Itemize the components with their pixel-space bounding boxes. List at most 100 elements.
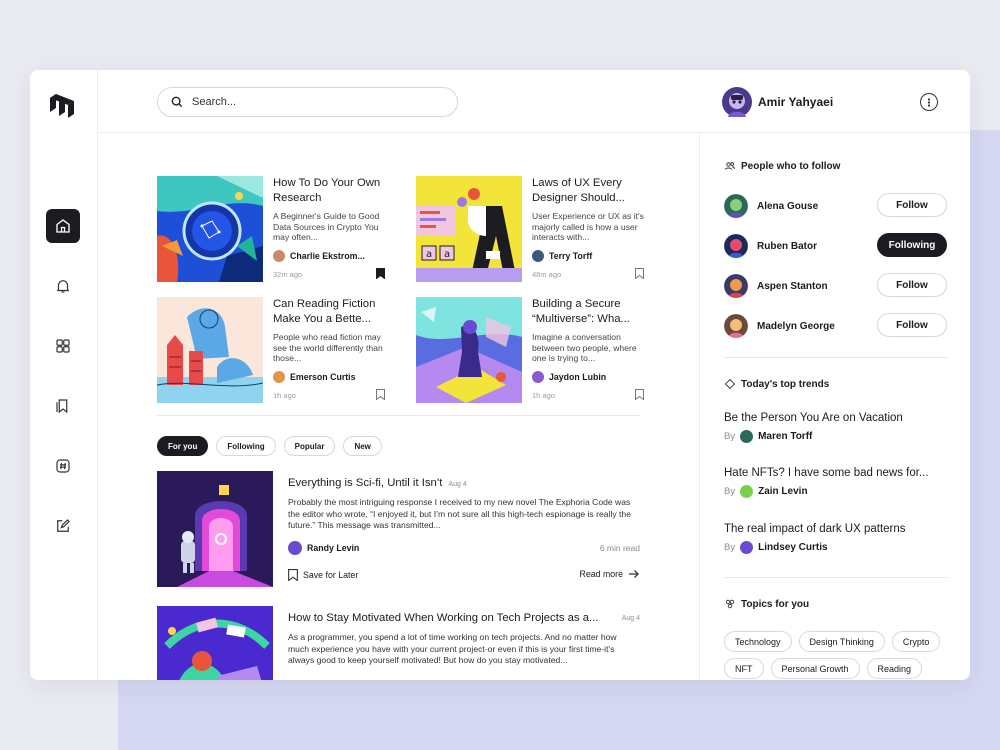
app-window: Amir Yahyaei	[30, 70, 970, 680]
nav-home[interactable]	[46, 209, 80, 243]
featured-description: People who read fiction may see the worl…	[273, 332, 383, 363]
nav-bookmarks[interactable]	[46, 389, 80, 423]
topic-chip[interactable]: Technology	[724, 631, 792, 652]
article-thumbnail[interactable]	[157, 606, 273, 680]
nav-tags[interactable]	[46, 449, 80, 483]
article-author[interactable]: Randy Levin	[288, 541, 359, 555]
author-avatar	[740, 485, 754, 498]
bookmark-icon[interactable]	[635, 389, 644, 400]
ux-laws-illustration: a a	[416, 176, 522, 282]
bookmark-icon[interactable]	[635, 268, 644, 279]
featured-author[interactable]: Charlie Ekstrom...	[273, 250, 365, 262]
following-button[interactable]: Following	[877, 233, 947, 257]
person-avatar[interactable]	[724, 274, 748, 298]
featured-title[interactable]: Laws of UX Every Designer Should...	[532, 176, 650, 206]
person-avatar[interactable]	[724, 194, 748, 218]
trend-title[interactable]: Be the Person You Are on Vacation	[724, 412, 947, 424]
bookmarks-icon	[56, 399, 68, 414]
person-name[interactable]: Madelyn George	[757, 321, 835, 332]
user-profile[interactable]: Amir Yahyaei	[722, 87, 833, 117]
featured-card[interactable]: a a Laws of UX Every Designer Should... …	[416, 176, 646, 283]
featured-thumbnail[interactable]	[157, 176, 263, 282]
featured-thumbnail[interactable]	[416, 297, 522, 403]
filter-new[interactable]: New	[343, 436, 382, 456]
more-options-button[interactable]	[920, 93, 938, 111]
featured-time: 32m ago	[273, 270, 303, 279]
author-name[interactable]: Zain Levin	[758, 486, 807, 497]
hashtag-icon	[56, 459, 70, 473]
featured-description: User Experience or UX as it's majorly ca…	[532, 211, 644, 242]
edit-icon	[57, 519, 70, 532]
person-row: Ruben Bator Following	[724, 233, 947, 259]
trend-title[interactable]: The real impact of dark UX patterns	[724, 523, 947, 535]
author-avatar	[273, 371, 285, 383]
filter-following[interactable]: Following	[216, 436, 276, 456]
by-label: By	[724, 486, 736, 497]
topic-chip[interactable]: NFT	[724, 658, 764, 679]
featured-card[interactable]: How To Do Your Own Research A Beginner's…	[157, 176, 387, 283]
person-name[interactable]: Alena Gouse	[757, 201, 818, 212]
follow-button[interactable]: Follow	[877, 273, 947, 297]
trend-title[interactable]: Hate NFTs? I have some bad news for...	[724, 467, 947, 479]
topics-section-title: Topics for you	[724, 598, 809, 610]
featured-thumbnail[interactable]	[157, 297, 263, 403]
featured-author[interactable]: Terry Torff	[532, 250, 592, 262]
topic-chip[interactable]: Design Thinking	[798, 631, 885, 652]
svg-text:a: a	[426, 249, 432, 260]
person-row: Alena Gouse Follow	[724, 193, 947, 219]
user-avatar[interactable]	[722, 87, 752, 117]
topics-icon	[725, 599, 735, 609]
person-name[interactable]: Ruben Bator	[757, 241, 817, 252]
section-divider	[724, 577, 947, 578]
author-name[interactable]: Maren Torff	[758, 431, 812, 442]
sidebar	[30, 70, 98, 680]
article-item: Everything is Sci-fi, Until it Isn’t Aug …	[157, 471, 640, 587]
filter-for-you[interactable]: For you	[157, 436, 209, 456]
bookmark-filled-icon[interactable]	[376, 268, 385, 279]
follow-button[interactable]: Follow	[877, 313, 947, 337]
author-avatar	[288, 541, 302, 555]
article-description: Probably the most intriguing response I …	[288, 497, 631, 530]
nav-categories[interactable]	[46, 329, 80, 363]
trend-item[interactable]: Be the Person You Are on Vacation By Mar…	[724, 412, 947, 443]
article-title[interactable]: How to Stay Motivated When Working on Te…	[288, 612, 598, 624]
person-avatar[interactable]	[724, 234, 748, 258]
author-name[interactable]: Lindsey Curtis	[758, 542, 827, 553]
trend-item[interactable]: Hate NFTs? I have some bad news for... B…	[724, 467, 947, 498]
research-illustration	[157, 176, 263, 282]
read-more-link[interactable]: Read more	[579, 569, 640, 579]
featured-author[interactable]: Jaydon Lubin	[532, 371, 606, 383]
featured-card[interactable]: Building a Secure “Multiverse”: Wha... I…	[416, 297, 646, 404]
person-name[interactable]: Aspen Stanton	[757, 281, 828, 292]
save-for-later-button[interactable]: Save for Later	[288, 569, 358, 581]
featured-author[interactable]: Emerson Curtis	[273, 371, 356, 383]
topic-chip[interactable]: Personal Growth	[770, 658, 860, 679]
topic-chip[interactable]: Reading	[866, 658, 923, 679]
article-item: How to Stay Motivated When Working on Te…	[157, 606, 640, 680]
scifi-illustration	[157, 471, 273, 587]
trends-title: Today's top trends	[741, 378, 830, 390]
article-title[interactable]: Everything is Sci-fi, Until it Isn’t Aug …	[288, 477, 467, 489]
app-logo-icon[interactable]	[50, 94, 78, 118]
trend-author: By Zain Levin	[724, 485, 947, 498]
bookmark-icon[interactable]	[376, 389, 385, 400]
more-vertical-icon	[928, 97, 930, 107]
featured-card[interactable]: Can Reading Fiction Make You a Bette... …	[157, 297, 387, 404]
topic-chip[interactable]: Crypto	[891, 631, 941, 652]
featured-title[interactable]: Building a Secure “Multiverse”: Wha...	[532, 297, 650, 327]
person-avatar[interactable]	[724, 314, 748, 338]
read-time: 6 min read	[599, 543, 640, 553]
author-name: Charlie Ekstrom...	[290, 251, 365, 261]
filter-popular[interactable]: Popular	[283, 436, 336, 456]
featured-title[interactable]: Can Reading Fiction Make You a Bette...	[273, 297, 391, 327]
follow-button[interactable]: Follow	[877, 193, 947, 217]
nav-notifications[interactable]	[46, 269, 80, 303]
featured-description: Imagine a conversation between two peopl…	[532, 332, 637, 363]
featured-thumbnail[interactable]: a a	[416, 176, 522, 282]
search-bar[interactable]	[157, 87, 458, 117]
featured-title[interactable]: How To Do Your Own Research	[273, 176, 391, 206]
nav-write[interactable]	[46, 509, 80, 543]
trend-item[interactable]: The real impact of dark UX patterns By L…	[724, 523, 947, 554]
search-input[interactable]	[192, 96, 442, 108]
article-thumbnail[interactable]	[157, 471, 273, 587]
